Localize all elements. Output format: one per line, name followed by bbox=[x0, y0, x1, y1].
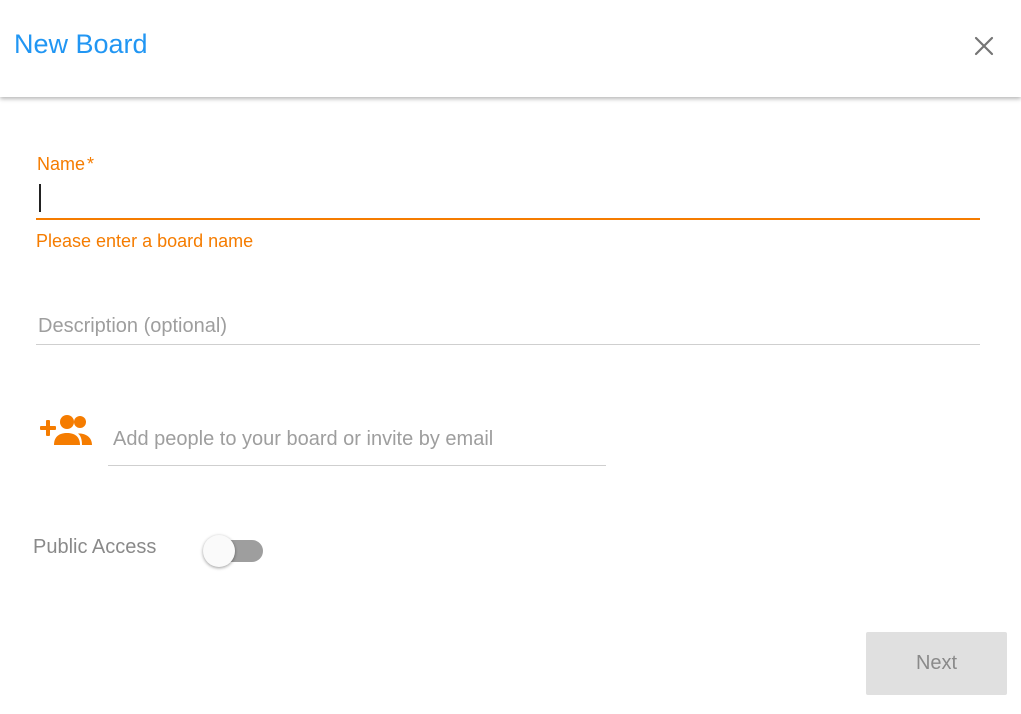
public-access-label: Public Access bbox=[33, 536, 157, 558]
toggle-thumb[interactable] bbox=[203, 535, 235, 567]
name-error-message: Please enter a board name bbox=[36, 231, 254, 251]
text-caret bbox=[39, 184, 41, 212]
required-marker: * bbox=[87, 154, 95, 174]
dialog-title: New Board bbox=[14, 29, 148, 59]
dialog-header: New Board bbox=[0, 0, 1021, 97]
public-access-toggle[interactable] bbox=[203, 534, 263, 568]
add-people-input[interactable] bbox=[108, 414, 606, 466]
name-field-label: Name * bbox=[37, 154, 94, 175]
close-button[interactable] bbox=[970, 32, 998, 60]
name-label-text: Name bbox=[37, 154, 86, 174]
description-input[interactable] bbox=[36, 308, 980, 345]
close-icon bbox=[974, 36, 994, 56]
board-name-input[interactable] bbox=[36, 178, 980, 220]
next-button[interactable]: Next bbox=[866, 632, 1007, 695]
add-people-icon bbox=[40, 415, 92, 445]
new-board-dialog: New Board Name * Please enter a board nam… bbox=[0, 0, 1021, 714]
